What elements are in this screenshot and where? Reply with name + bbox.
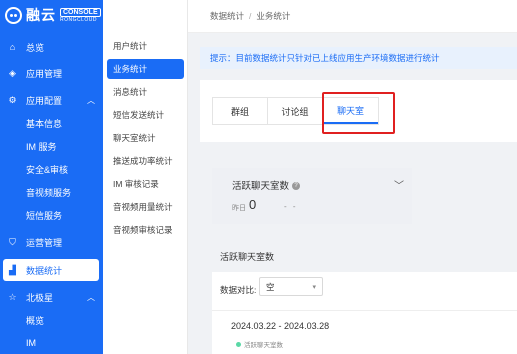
chevron-up-icon: ︿ <box>87 292 95 302</box>
sidebar-item-operations[interactable]: ⛉ 运营管理 <box>0 231 103 253</box>
sidebar-item-data-stats[interactable]: ▟ 数据统计 <box>3 259 99 281</box>
console-label: CONSOLE <box>60 7 101 17</box>
sidebar-item-label: 概览 <box>26 315 45 326</box>
home-icon: ⌂ <box>9 42 16 52</box>
sidebar-item-label: 运营管理 <box>26 237 63 248</box>
subnav-item-chatroom-stats[interactable]: 聊天室统计 <box>107 128 184 148</box>
sidebar-item-polaris-im[interactable]: IM <box>0 332 103 354</box>
notice-banner: 提示：目前数据统计只针对已上线应用生产环境数据进行统计 <box>200 47 517 69</box>
tab-group[interactable]: 群组 <box>213 98 268 124</box>
breadcrumb: 数据统计 / 业务统计 <box>188 0 517 33</box>
sidebar-item-sms-service[interactable]: 短信服务 <box>0 204 103 226</box>
highlight-box <box>322 92 395 134</box>
brand-name: 融云 <box>26 7 56 23</box>
stat-value: 0 <box>249 197 257 212</box>
sidebar-item-av-service[interactable]: 音视频服务 <box>0 181 103 203</box>
subnav-item-push-stats[interactable]: 推送成功率统计 <box>107 151 184 171</box>
help-icon[interactable]: ? <box>292 182 301 191</box>
sidebar-item-label: 数据统计 <box>26 265 63 276</box>
console-badge: CONSOLE RONGCLOUD <box>60 7 101 23</box>
sidebar-item-polaris[interactable]: ☆ 北极星 ︿ <box>0 286 103 308</box>
subnav-item-im-audit[interactable]: IM 审核记录 <box>107 174 184 194</box>
sidebar-item-label: 应用配置 <box>26 95 63 106</box>
date-range: 2024.03.22 - 2024.03.28 <box>231 321 330 331</box>
sidebar-item-basic-info[interactable]: 基本信息 <box>0 112 103 134</box>
stat-yesterday-label: 昨日 <box>232 205 246 212</box>
layers-icon: ◈ <box>9 67 16 78</box>
stat-title-text: 活跃聊天室数 <box>232 181 290 192</box>
subnav-item-message-stats[interactable]: 消息统计 <box>107 82 184 102</box>
compare-select-value: 空 <box>266 281 275 292</box>
compare-select[interactable]: 空 ▾ <box>259 277 323 296</box>
sidebar-item-label: IM <box>26 338 36 348</box>
chevron-down-icon: ▾ <box>312 283 316 291</box>
breadcrumb-separator: / <box>249 11 252 21</box>
legend-label: 活跃聊天室数 <box>244 342 283 349</box>
chevron-up-icon: ︿ <box>87 95 95 105</box>
active-chatroom-stat-card: 活跃聊天室数? ﹀ 昨日 0 - - <box>212 168 412 224</box>
tab-discussion[interactable]: 讨论组 <box>268 98 323 124</box>
sidebar-item-label: 短信服务 <box>26 210 63 221</box>
sliders-icon: ⚙ <box>8 94 17 105</box>
sidebar-item-label: 基本信息 <box>26 118 63 129</box>
legend-dot-icon <box>236 341 241 347</box>
divider <box>212 310 517 311</box>
logo-icon <box>5 6 22 24</box>
subnav-item-av-usage[interactable]: 音视频用量统计 <box>107 197 184 217</box>
sidebar-item-security[interactable]: 安全&审核 <box>0 158 103 180</box>
sidebar-item-label: 总览 <box>26 42 45 53</box>
stat-change: - - <box>284 202 298 211</box>
sidebar-item-overview[interactable]: ⌂ 总览 <box>0 36 103 58</box>
breadcrumb-root[interactable]: 数据统计 <box>210 10 244 22</box>
chart-card: 活跃聊天室数 数据对比: 空 ▾ 2024.03.22 - 2024.03.28… <box>212 240 517 354</box>
star-icon: ☆ <box>8 291 17 302</box>
chart-title: 活跃聊天室数 <box>212 240 517 272</box>
main-sidebar: 融云 CONSOLE RONGCLOUD ⌂ 总览 ◈ 应用管理 ⚙ 应用配置 … <box>0 0 103 354</box>
chevron-down-icon[interactable]: ﹀ <box>394 177 404 192</box>
subnav-item-business-stats[interactable]: 业务统计 <box>107 59 184 79</box>
stat-title: 活跃聊天室数? <box>232 178 301 192</box>
sidebar-item-polaris-overview[interactable]: 概览 <box>0 309 103 331</box>
sidebar-item-label: IM 服务 <box>26 141 57 152</box>
sidebar-item-label: 音视频服务 <box>26 187 72 198</box>
chart-legend[interactable]: 活跃聊天室数 <box>236 339 283 349</box>
subnav-item-user-stats[interactable]: 用户统计 <box>107 36 184 56</box>
sidebar-item-im-service[interactable]: IM 服务 <box>0 135 103 157</box>
shield-icon: ⛉ <box>9 236 16 247</box>
sidebar-item-app-management[interactable]: ◈ 应用管理 <box>0 62 103 84</box>
chart-icon: ▟ <box>9 264 16 275</box>
sidebar-item-label: 应用管理 <box>26 68 63 79</box>
rongcloud-label: RONGCLOUD <box>60 16 98 23</box>
subnav-item-av-audit[interactable]: 音视频审核记录 <box>107 220 184 240</box>
breadcrumb-current: 业务统计 <box>256 11 291 21</box>
stats-subnav: 用户统计 业务统计 消息统计 短信发送统计 聊天室统计 推送成功率统计 IM 审… <box>103 0 188 354</box>
subnav-item-sms-stats[interactable]: 短信发送统计 <box>107 105 184 125</box>
sidebar-item-label: 北极星 <box>26 292 54 303</box>
logo[interactable]: 融云 CONSOLE RONGCLOUD <box>5 5 101 25</box>
compare-label: 数据对比: <box>220 285 257 295</box>
sidebar-item-label: 安全&审核 <box>26 164 69 175</box>
sidebar-item-app-config[interactable]: ⚙ 应用配置 ︿ <box>0 89 103 111</box>
